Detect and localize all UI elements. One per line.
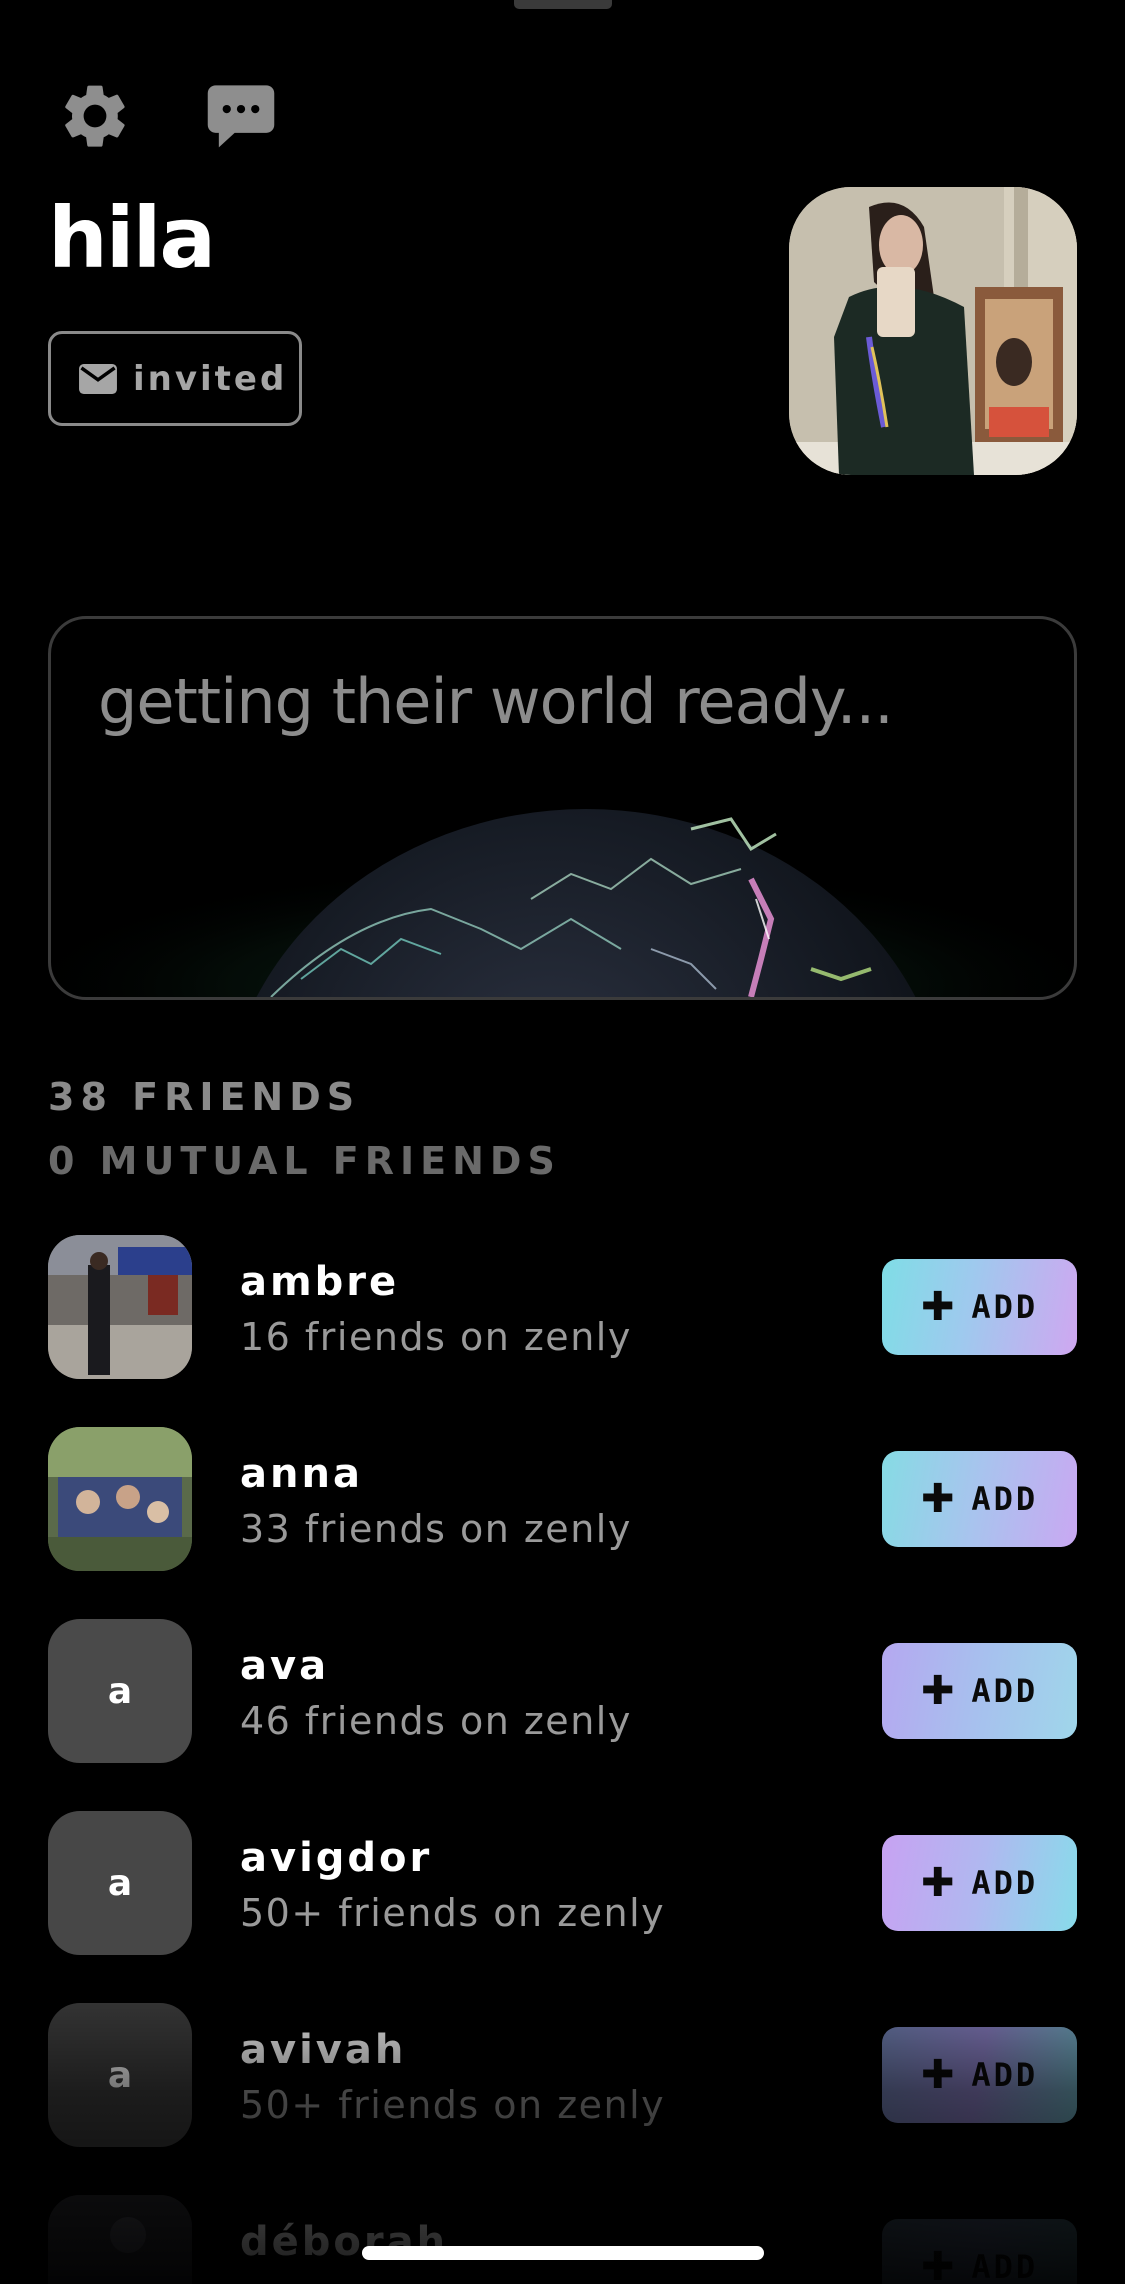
plus-icon: ✚	[920, 1668, 958, 1714]
add-label: ADD	[971, 1288, 1039, 1326]
add-label: ADD	[971, 2056, 1039, 2094]
friend-subtitle: 33 friends on zenly	[240, 1507, 632, 1551]
plus-icon: ✚	[920, 1284, 958, 1330]
profile-name: hila	[48, 189, 216, 287]
add-label: ADD	[971, 2248, 1039, 2284]
friend-avatar: a	[48, 1811, 192, 1955]
friends-count[interactable]: 38 FRIENDS	[48, 1075, 360, 1119]
add-friend-button[interactable]: ✚ ADD	[882, 2219, 1077, 2284]
add-friend-button[interactable]: ✚ ADD	[882, 1259, 1077, 1355]
add-friend-button[interactable]: ✚ ADD	[882, 1451, 1077, 1547]
friend-row[interactable]: a ava 46 friends on zenly ✚ ADD	[0, 1619, 1125, 1769]
friend-avatar: a	[48, 1619, 192, 1763]
friend-row[interactable]: anna 33 friends on zenly ✚ ADD	[0, 1427, 1125, 1577]
add-label: ADD	[971, 1672, 1039, 1710]
settings-button[interactable]	[55, 76, 135, 156]
friend-avatar: a	[48, 2003, 192, 2147]
add-label: ADD	[971, 1480, 1039, 1518]
avatar-initial: a	[107, 2054, 133, 2096]
friend-subtitle: 50+ friends on zenly	[240, 1891, 666, 1935]
friend-subtitle: 46 friends on zenly	[240, 1699, 632, 1743]
globe-illustration	[51, 769, 1074, 997]
friend-name: avigdor	[240, 1835, 433, 1881]
invited-status-badge[interactable]: invited	[48, 331, 302, 426]
profile-screen: hila invited getting their world ready..…	[0, 0, 1125, 2284]
friend-photo	[48, 1235, 192, 1379]
friend-avatar	[48, 1235, 192, 1379]
friend-photo	[48, 2195, 192, 2284]
home-indicator[interactable]	[362, 2246, 764, 2260]
friend-row[interactable]: a avigdor 50+ friends on zenly ✚ ADD	[0, 1811, 1125, 1961]
friend-name: ava	[240, 1643, 330, 1689]
avatar-initial: a	[107, 1670, 133, 1712]
world-preview-card[interactable]: getting their world ready...	[48, 616, 1077, 1000]
status-label: invited	[133, 358, 288, 399]
chat-bubble-icon	[207, 85, 275, 148]
friend-subtitle: 16 friends on zenly	[240, 1315, 632, 1359]
sheet-handle[interactable]	[514, 0, 612, 9]
friend-avatar	[48, 1427, 192, 1571]
friend-row[interactable]: déborah ✚ ADD	[0, 2195, 1125, 2284]
plus-icon: ✚	[920, 1476, 958, 1522]
plus-icon: ✚	[920, 1860, 958, 1906]
add-friend-button[interactable]: ✚ ADD	[882, 2027, 1077, 2123]
friend-avatar	[48, 2195, 192, 2284]
plus-icon: ✚	[920, 2244, 958, 2284]
messages-button[interactable]	[200, 76, 282, 158]
friend-row[interactable]: ambre 16 friends on zenly ✚ ADD	[0, 1235, 1125, 1385]
add-friend-button[interactable]: ✚ ADD	[882, 1835, 1077, 1931]
add-friend-button[interactable]: ✚ ADD	[882, 1643, 1077, 1739]
add-label: ADD	[971, 1864, 1039, 1902]
friend-row[interactable]: a avivah 50+ friends on zenly ✚ ADD	[0, 2003, 1125, 2153]
friend-photo	[48, 1427, 192, 1571]
friend-name: ambre	[240, 1259, 400, 1305]
friend-subtitle: 50+ friends on zenly	[240, 2083, 666, 2127]
plus-icon: ✚	[920, 2052, 958, 2098]
mutual-friends-count[interactable]: 0 MUTUAL FRIENDS	[48, 1139, 561, 1183]
envelope-icon	[79, 363, 117, 394]
friend-name: anna	[240, 1451, 363, 1497]
avatar-initial: a	[107, 1862, 133, 1904]
gear-icon	[65, 85, 125, 147]
profile-avatar[interactable]	[789, 187, 1077, 475]
friend-name: avivah	[240, 2027, 407, 2073]
profile-photo	[789, 187, 1077, 475]
